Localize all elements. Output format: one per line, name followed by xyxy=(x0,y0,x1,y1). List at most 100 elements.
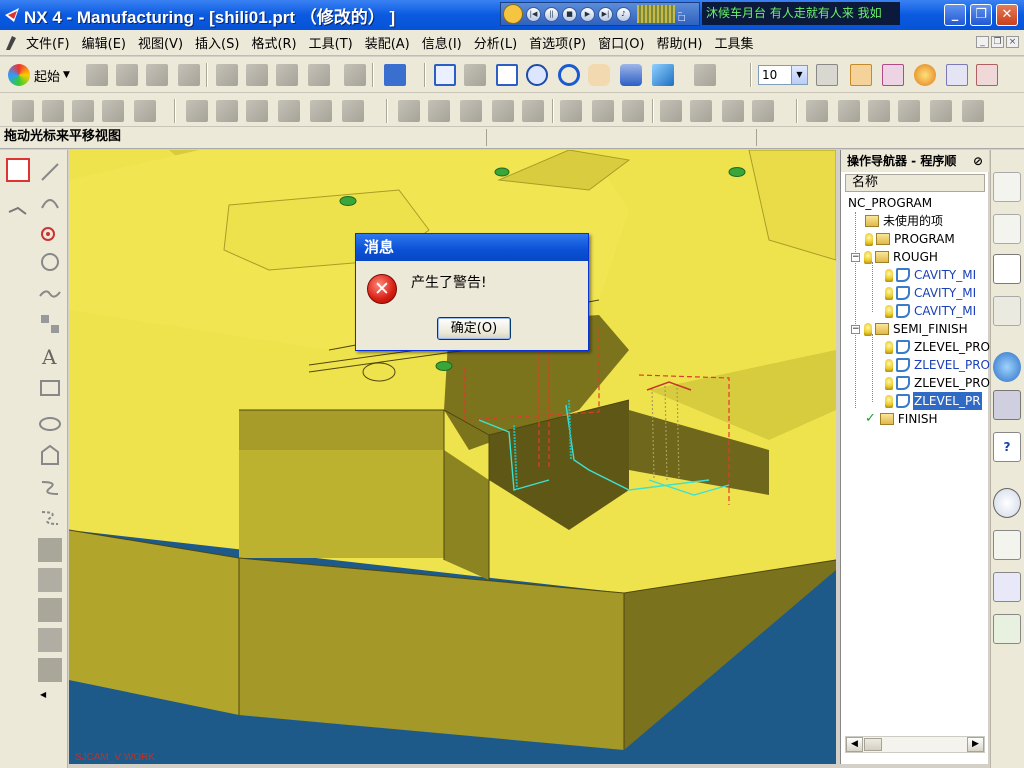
pause-icon[interactable]: || xyxy=(544,6,559,22)
cam-tool-icon[interactable] xyxy=(898,100,920,122)
menu-window[interactable]: 窗口(O) xyxy=(592,33,650,52)
selection-filter-icon[interactable] xyxy=(384,64,406,86)
operation-navigator-icon[interactable] xyxy=(993,254,1021,284)
cam-tool-icon[interactable] xyxy=(560,100,582,122)
tree-node-operation[interactable]: ZLEVEL_PRO xyxy=(885,374,991,392)
cut-icon[interactable] xyxy=(216,64,238,86)
new-file-icon[interactable] xyxy=(86,64,108,86)
mdi-close-button[interactable]: × xyxy=(1006,36,1019,48)
select-cursor-icon[interactable] xyxy=(6,158,30,182)
collapse-icon[interactable]: − xyxy=(851,324,860,334)
cam-tool-icon[interactable] xyxy=(186,100,208,122)
menu-file[interactable]: 文件(F) xyxy=(20,33,76,52)
fit-view-icon[interactable] xyxy=(434,64,456,86)
cam-tool-icon[interactable] xyxy=(522,100,544,122)
section-icon[interactable] xyxy=(38,658,62,682)
pattern-icon[interactable] xyxy=(38,312,62,336)
undo-icon[interactable] xyxy=(344,64,366,86)
display-icon[interactable] xyxy=(946,64,968,86)
ellipse-icon[interactable] xyxy=(38,412,62,436)
menu-tools[interactable]: 工具(T) xyxy=(303,33,359,52)
menu-insert[interactable]: 插入(S) xyxy=(189,33,245,52)
cam-tool-icon[interactable] xyxy=(216,100,238,122)
delete-icon[interactable] xyxy=(308,64,330,86)
history-clock-icon[interactable] xyxy=(993,488,1021,518)
player-mascot-icon[interactable] xyxy=(503,4,523,24)
nx-app-icon[interactable] xyxy=(4,7,20,23)
print-icon[interactable] xyxy=(178,64,200,86)
pin-icon[interactable]: ⊘ xyxy=(973,150,983,172)
menu-toolkits[interactable]: 工具集 xyxy=(708,33,759,52)
snap-icon[interactable] xyxy=(6,202,30,226)
cam-tool-icon[interactable] xyxy=(930,100,952,122)
reuse-library-icon[interactable] xyxy=(993,296,1021,326)
scroll-left-button[interactable]: ◀ xyxy=(846,737,863,752)
tree-node-operation[interactable]: ZLEVEL_PRO xyxy=(885,356,991,374)
tree-node-operation[interactable]: CAVITY_MI xyxy=(885,284,977,302)
pan-hand-icon[interactable] xyxy=(588,64,610,86)
magnify-icon[interactable] xyxy=(526,64,548,86)
scroll-thumb[interactable] xyxy=(864,738,882,751)
shaded-cube-icon[interactable] xyxy=(652,64,674,86)
start-button[interactable]: 起始 ▼ xyxy=(8,63,70,87)
copy-icon[interactable] xyxy=(246,64,268,86)
menu-analysis[interactable]: 分析(L) xyxy=(468,33,523,52)
tree-node-operation[interactable]: ZLEVEL_PRO xyxy=(885,338,991,356)
cam-tool-icon[interactable] xyxy=(310,100,332,122)
cam-tool-icon[interactable] xyxy=(398,100,420,122)
prev-icon[interactable]: |◀ xyxy=(526,6,541,22)
maximize-button[interactable]: ❐ xyxy=(970,4,992,26)
cam-tool-icon[interactable] xyxy=(460,100,482,122)
sweep-icon[interactable] xyxy=(38,598,62,622)
help-icon[interactable]: ? xyxy=(993,432,1021,462)
tree-node-operation[interactable]: CAVITY_MI xyxy=(885,266,977,284)
mdi-restore-button[interactable]: ❐ xyxy=(991,36,1004,48)
tree-node-operation[interactable]: CAVITY_MI xyxy=(885,302,977,320)
horizontal-scrollbar[interactable]: ◀ ▶ xyxy=(845,736,985,753)
layer-settings-icon[interactable] xyxy=(816,64,838,86)
play-icon[interactable]: ▶ xyxy=(580,6,595,22)
training-icon[interactable] xyxy=(993,390,1021,420)
tree-node-rough[interactable]: − ROUGH xyxy=(851,248,939,266)
rectangle-icon[interactable] xyxy=(38,376,62,400)
volume-icon[interactable]: ♪ xyxy=(616,6,631,22)
text-tool-icon[interactable]: A xyxy=(38,344,62,369)
extrude-icon[interactable] xyxy=(38,538,62,562)
revolve-icon[interactable] xyxy=(38,568,62,592)
render-style-icon[interactable] xyxy=(694,64,716,86)
wcs-icon[interactable] xyxy=(850,64,872,86)
cam-tool-icon[interactable] xyxy=(962,100,984,122)
chevron-left-icon[interactable]: ◀ xyxy=(40,690,46,699)
cam-tool-icon[interactable] xyxy=(492,100,514,122)
cam-tool-icon[interactable] xyxy=(868,100,890,122)
tree-node-operation-selected[interactable]: ZLEVEL_PR xyxy=(885,392,982,410)
preferences-icon[interactable] xyxy=(976,64,998,86)
stop-icon[interactable]: ■ xyxy=(562,6,577,22)
roles-icon[interactable] xyxy=(993,614,1021,644)
collapse-icon[interactable]: − xyxy=(851,252,860,262)
menu-information[interactable]: 信息(I) xyxy=(416,33,468,52)
helix-icon[interactable] xyxy=(38,476,62,500)
create-operation-icon[interactable] xyxy=(914,64,936,86)
minimize-button[interactable]: _ xyxy=(944,4,966,26)
layer-select[interactable]: 10 ▼ xyxy=(758,65,808,85)
cam-tool-icon[interactable] xyxy=(72,100,94,122)
zoom-icon[interactable] xyxy=(496,64,518,86)
csys-icon[interactable] xyxy=(882,64,904,86)
cam-tool-icon[interactable] xyxy=(102,100,124,122)
polygon-icon[interactable] xyxy=(38,444,62,468)
offset-curve-icon[interactable] xyxy=(38,506,62,530)
cam-tool-icon[interactable] xyxy=(690,100,712,122)
column-header-name[interactable]: 名称 xyxy=(845,174,985,192)
tree-node-finish[interactable]: ✓ FINISH xyxy=(865,410,939,428)
menu-help[interactable]: 帮助(H) xyxy=(651,33,709,52)
arc-icon[interactable] xyxy=(38,190,62,214)
line-icon[interactable] xyxy=(38,160,62,184)
assembly-navigator-icon[interactable] xyxy=(993,172,1021,202)
menu-edit[interactable]: 编辑(E) xyxy=(76,33,132,52)
cam-tool-icon[interactable] xyxy=(622,100,644,122)
rotate-icon[interactable] xyxy=(558,64,580,86)
cam-tool-icon[interactable] xyxy=(246,100,268,122)
project-curve-icon[interactable] xyxy=(38,628,62,652)
menu-view[interactable]: 视图(V) xyxy=(132,33,189,52)
